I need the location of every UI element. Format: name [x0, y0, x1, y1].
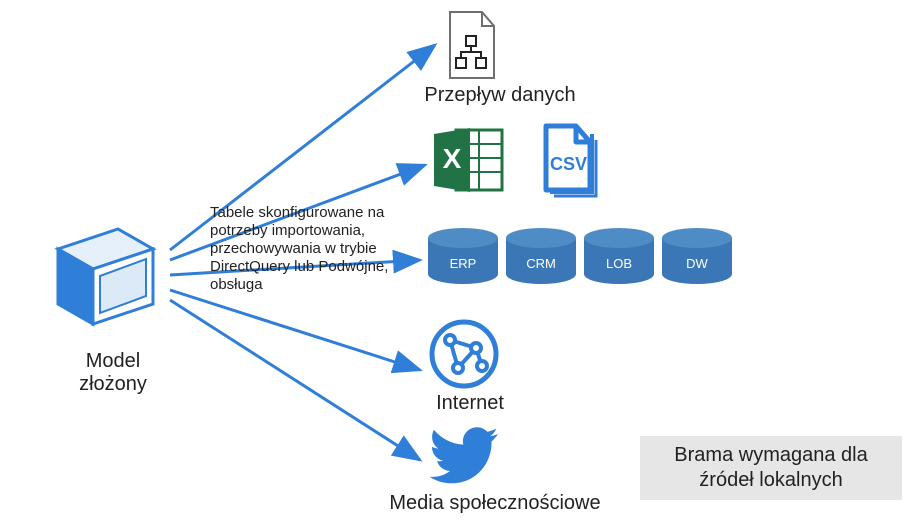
db-erp-label: ERP [428, 256, 498, 271]
dataflow-label: Przepływ danych [400, 84, 600, 107]
db-crm: CRM [506, 228, 576, 294]
databases-row: ERP CRM LOB DW [428, 228, 732, 294]
internet-icon [428, 318, 500, 395]
db-erp: ERP [428, 228, 498, 294]
db-lob-label: LOB [584, 256, 654, 271]
twitter-icon [428, 426, 500, 493]
csv-label: CSV [550, 154, 587, 175]
composite-model-icon [48, 224, 178, 344]
social-media-label: Media społecznościowe [370, 492, 620, 515]
arrow-annotation: Tabele skonfigurowane na potrzeby import… [210, 204, 415, 294]
model-label: Modelzłożony [48, 350, 178, 396]
arrow-to-internet [170, 290, 420, 370]
db-lob: LOB [584, 228, 654, 294]
db-dw-label: DW [662, 256, 732, 271]
db-dw: DW [662, 228, 732, 294]
svg-text:X: X [443, 143, 462, 174]
csv-icon: CSV [522, 120, 602, 203]
internet-label: Internet [410, 392, 530, 415]
excel-icon: X [430, 124, 506, 201]
dataflow-icon [440, 8, 504, 87]
gateway-note: Brama wymagana dla źródeł lokalnych [640, 436, 902, 500]
db-crm-label: CRM [506, 256, 576, 271]
arrow-to-social [170, 300, 420, 460]
